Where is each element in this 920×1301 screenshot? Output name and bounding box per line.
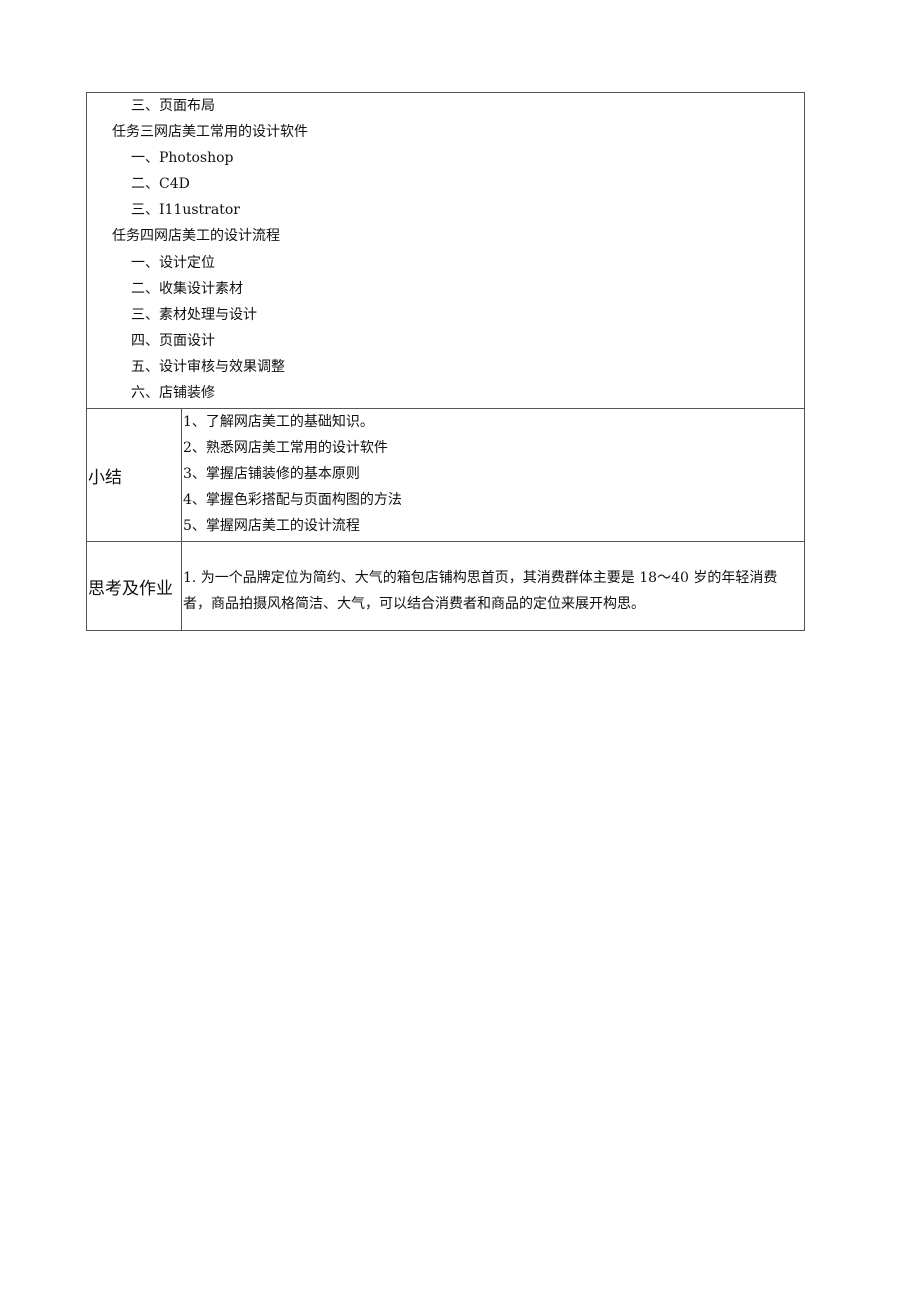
outline-task-heading: 任务四网店美工的设计流程	[112, 228, 280, 245]
summary-label: 小结	[86, 408, 182, 542]
outline-item: 三、I11ustrator	[131, 202, 240, 219]
homework-row: 思考及作业 1. 为一个品牌定位为简约、大气的箱包店铺构思首页，其消费群体主要是…	[86, 541, 805, 631]
summary-item: 3、掌握店铺装修的基本原则	[183, 466, 360, 483]
outline-item: 一、设计定位	[131, 254, 215, 271]
summary-row: 小结 1、了解网店美工的基础知识。 2、熟悉网店美工常用的设计软件 3、掌握店铺…	[86, 408, 805, 542]
outline-item: 五、设计审核与效果调整	[131, 358, 285, 375]
summary-list: 1、了解网店美工的基础知识。 2、熟悉网店美工常用的设计软件 3、掌握店铺装修的…	[182, 409, 804, 539]
outline-row: 三、页面布局 任务三网店美工常用的设计软件 一、Photoshop 二、C4D …	[86, 92, 805, 409]
outline-item: 三、页面布局	[131, 98, 215, 114]
outline-item: 一、Photoshop	[131, 150, 234, 167]
lesson-plan-table: 三、页面布局 任务三网店美工常用的设计软件 一、Photoshop 二、C4D …	[86, 92, 805, 631]
summary-item: 4、掌握色彩搭配与页面构图的方法	[183, 492, 402, 509]
summary-item: 5、掌握网店美工的设计流程	[183, 518, 360, 535]
homework-content-cell: 1. 为一个品牌定位为简约、大气的箱包店铺构思首页，其消费群体主要是 18～40…	[181, 541, 805, 631]
homework-label: 思考及作业	[86, 541, 182, 631]
summary-item: 1、了解网店美工的基础知识。	[183, 414, 374, 430]
outline-item: 四、页面设计	[131, 332, 215, 349]
outline-cell: 三、页面布局 任务三网店美工常用的设计软件 一、Photoshop 二、C4D …	[86, 92, 805, 409]
outline-item: 二、C4D	[131, 176, 190, 193]
outline-item: 三、素材处理与设计	[131, 306, 257, 323]
outline-list: 三、页面布局 任务三网店美工常用的设计软件 一、Photoshop 二、C4D …	[87, 93, 804, 406]
summary-content-cell: 1、了解网店美工的基础知识。 2、熟悉网店美工常用的设计软件 3、掌握店铺装修的…	[181, 408, 805, 542]
outline-task-heading: 任务三网店美工常用的设计软件	[112, 124, 308, 141]
outline-item: 六、店铺装修	[131, 385, 215, 402]
summary-item: 2、熟悉网店美工常用的设计软件	[183, 440, 388, 457]
homework-text: 1. 为一个品牌定位为简约、大气的箱包店铺构思首页，其消费群体主要是 18～40…	[183, 570, 778, 612]
outline-item: 二、收集设计素材	[131, 280, 243, 297]
